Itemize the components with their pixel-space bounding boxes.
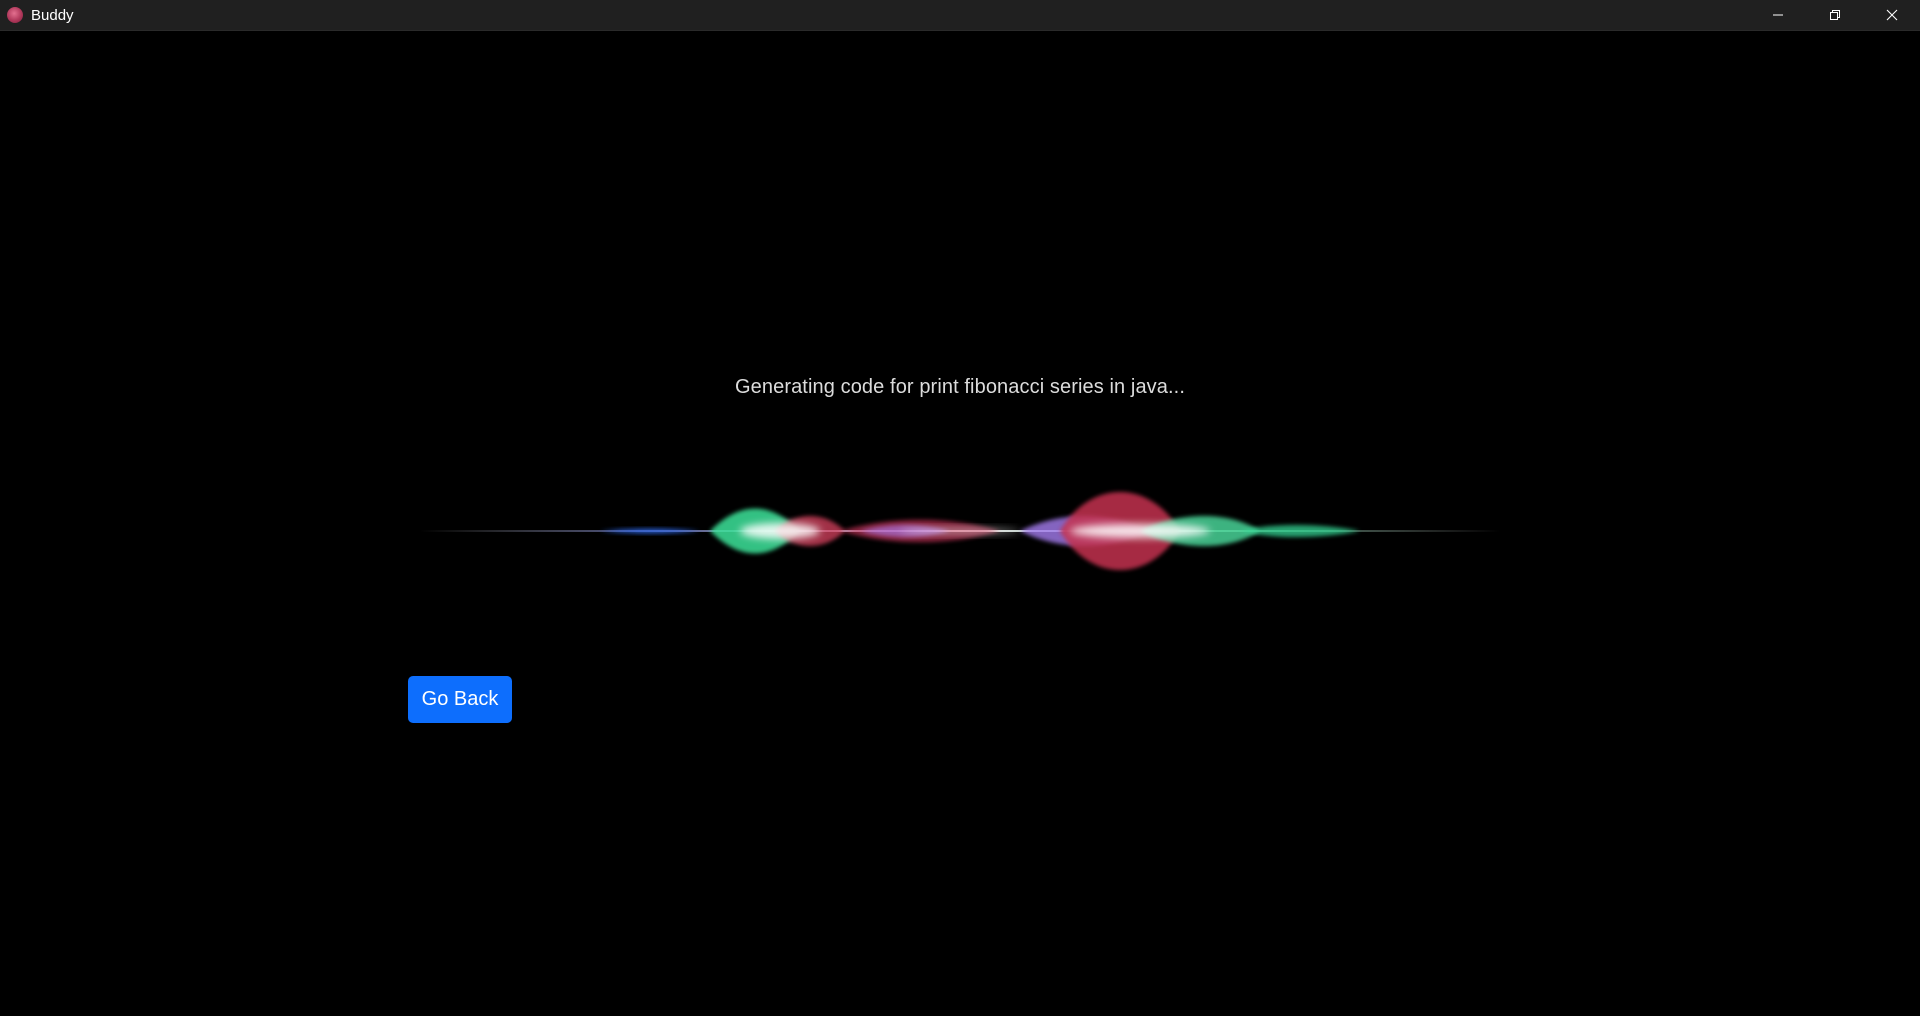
window-title: Buddy [31,6,74,24]
window-controls [1749,0,1920,30]
wave-white-glow-right [1070,524,1210,538]
restore-icon [1829,10,1840,20]
wave-white-glow-mid [900,528,1020,534]
wave-white-glow-left [740,523,820,539]
wave-green-tail [1240,525,1360,537]
close-icon [1886,9,1897,21]
buddy-window: Buddy Generating code for print fibonacc… [0,0,1920,1016]
minimize-button[interactable] [1749,0,1806,30]
go-back-button[interactable]: Go Back [408,676,512,723]
main-content: Generating code for print fibonacci seri… [0,31,1920,1016]
voice-waveform-animation [420,492,1500,570]
buddy-app-icon [7,7,23,23]
generation-status-text: Generating code for print fibonacci seri… [735,376,1185,398]
restore-button[interactable] [1806,0,1863,30]
wave-blue-left [600,528,700,534]
close-button[interactable] [1863,0,1920,30]
minimize-icon [1772,14,1783,16]
title-bar[interactable]: Buddy [0,0,1920,31]
